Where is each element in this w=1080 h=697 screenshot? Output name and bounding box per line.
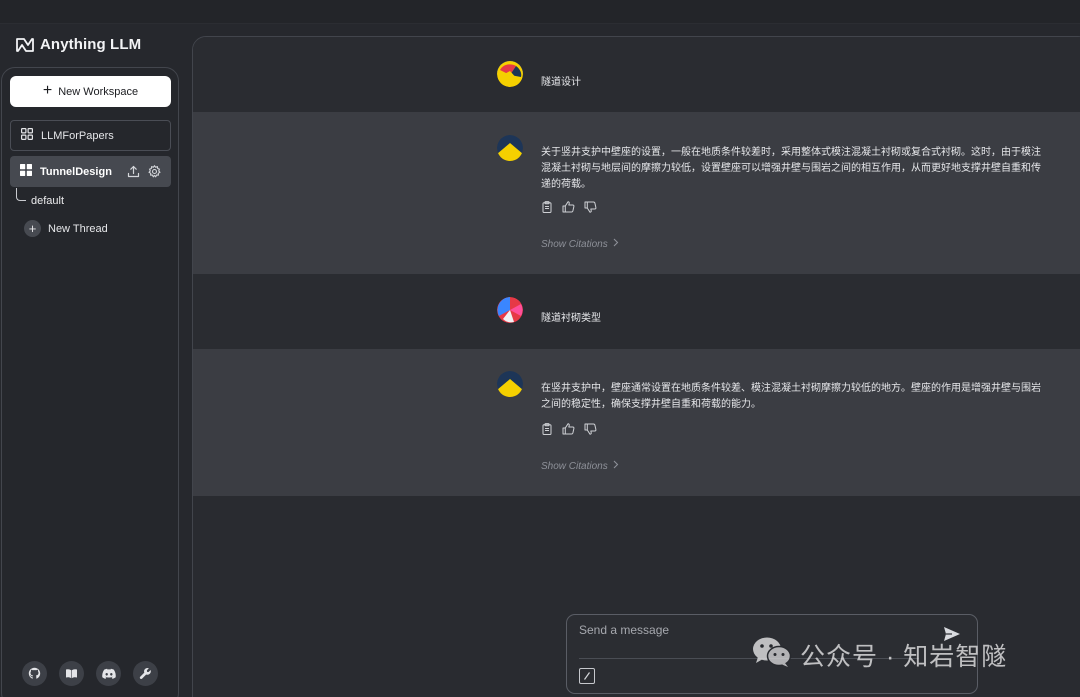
chevron-right-icon — [613, 238, 619, 250]
chat-row-assistant: 关于竖井支护中壁座的设置，一般在地质条件较差时，采用整体式模注混凝土衬砌或复合式… — [193, 112, 1080, 274]
new-thread-button[interactable]: + New Thread — [24, 220, 108, 237]
upload-icon[interactable] — [127, 165, 140, 178]
thumbs-down-icon[interactable] — [584, 201, 597, 213]
sidebar-footer — [22, 661, 158, 686]
thread-item-default[interactable]: default — [31, 195, 64, 207]
chat-panel: 隧道设计 关于竖井支护中壁座的设置，一般在地质条件较差时，采用整体式模注混凝土衬… — [192, 36, 1080, 697]
app-logo: Anything LLM — [16, 36, 141, 53]
plus-icon: + — [42, 81, 53, 99]
message-input[interactable]: Send a message — [579, 623, 669, 637]
workspace-label: TunnelDesign — [40, 165, 112, 178]
chevron-right-icon — [613, 460, 619, 472]
wechat-icon — [752, 636, 792, 673]
copy-clipboard-icon[interactable] — [541, 201, 553, 213]
grid-filled-icon — [20, 164, 32, 179]
message-actions — [541, 423, 597, 435]
message-actions — [541, 201, 597, 213]
chat-row-user: 隧道设计 — [193, 37, 1080, 112]
anythingllm-logo-icon — [16, 37, 34, 52]
show-citations-button[interactable]: Show Citations — [541, 460, 619, 472]
citations-label: Show Citations — [541, 460, 608, 472]
message-text: 隧道设计 — [541, 77, 581, 88]
workspace-item-tunneldesign[interactable]: TunnelDesign — [10, 156, 171, 187]
github-icon[interactable] — [22, 661, 47, 686]
user-avatar — [497, 61, 523, 87]
grid-outline-icon — [21, 128, 34, 143]
copy-clipboard-icon[interactable] — [541, 423, 553, 435]
thumbs-up-icon[interactable] — [562, 201, 575, 213]
message-text: 在竖井支护中，壁座通常设置在地质条件较差、模注混凝土衬砌摩擦力较低的地方。壁座的… — [541, 383, 1041, 410]
workspace-item-llmforpapers[interactable]: LLMForPapers — [10, 120, 171, 151]
new-thread-label: New Thread — [48, 222, 108, 235]
chat-row-assistant: 在竖井支护中，壁座通常设置在地质条件较差、模注混凝土衬砌摩擦力较低的地方。壁座的… — [193, 349, 1080, 496]
assistant-avatar — [497, 135, 523, 161]
app-name: Anything LLM — [40, 36, 142, 53]
window-top-bar — [0, 0, 1080, 24]
discord-icon[interactable] — [96, 661, 121, 686]
thumbs-up-icon[interactable] — [562, 423, 575, 435]
chat-row-user: 隧道衬砌类型 — [193, 274, 1080, 349]
wrench-icon[interactable] — [133, 661, 158, 686]
new-workspace-button[interactable]: + New Workspace — [10, 76, 171, 107]
watermark-text: 公众号 · 知岩智隧 — [800, 642, 1008, 671]
citations-label: Show Citations — [541, 238, 608, 250]
workspace-label: LLMForPapers — [41, 129, 114, 142]
show-citations-button[interactable]: Show Citations — [541, 238, 619, 250]
new-workspace-label: New Workspace — [58, 85, 139, 98]
docs-book-icon[interactable] — [59, 661, 84, 686]
plus-circle-icon: + — [24, 220, 41, 237]
sidebar: + New Workspace LLMForPapers TunnelDesig… — [1, 67, 179, 697]
thumbs-down-icon[interactable] — [584, 423, 597, 435]
gear-icon[interactable] — [148, 165, 161, 178]
message-text: 关于竖井支护中壁座的设置，一般在地质条件较差时，采用整体式模注混凝土衬砌或复合式… — [541, 147, 1041, 190]
watermark: 公众号 · 知岩智隧 — [752, 636, 1007, 673]
assistant-avatar — [497, 371, 523, 397]
slash-command-icon[interactable] — [579, 668, 595, 684]
message-text: 隧道衬砌类型 — [541, 313, 601, 324]
thread-connector-line — [16, 188, 26, 201]
user-avatar — [497, 297, 523, 323]
